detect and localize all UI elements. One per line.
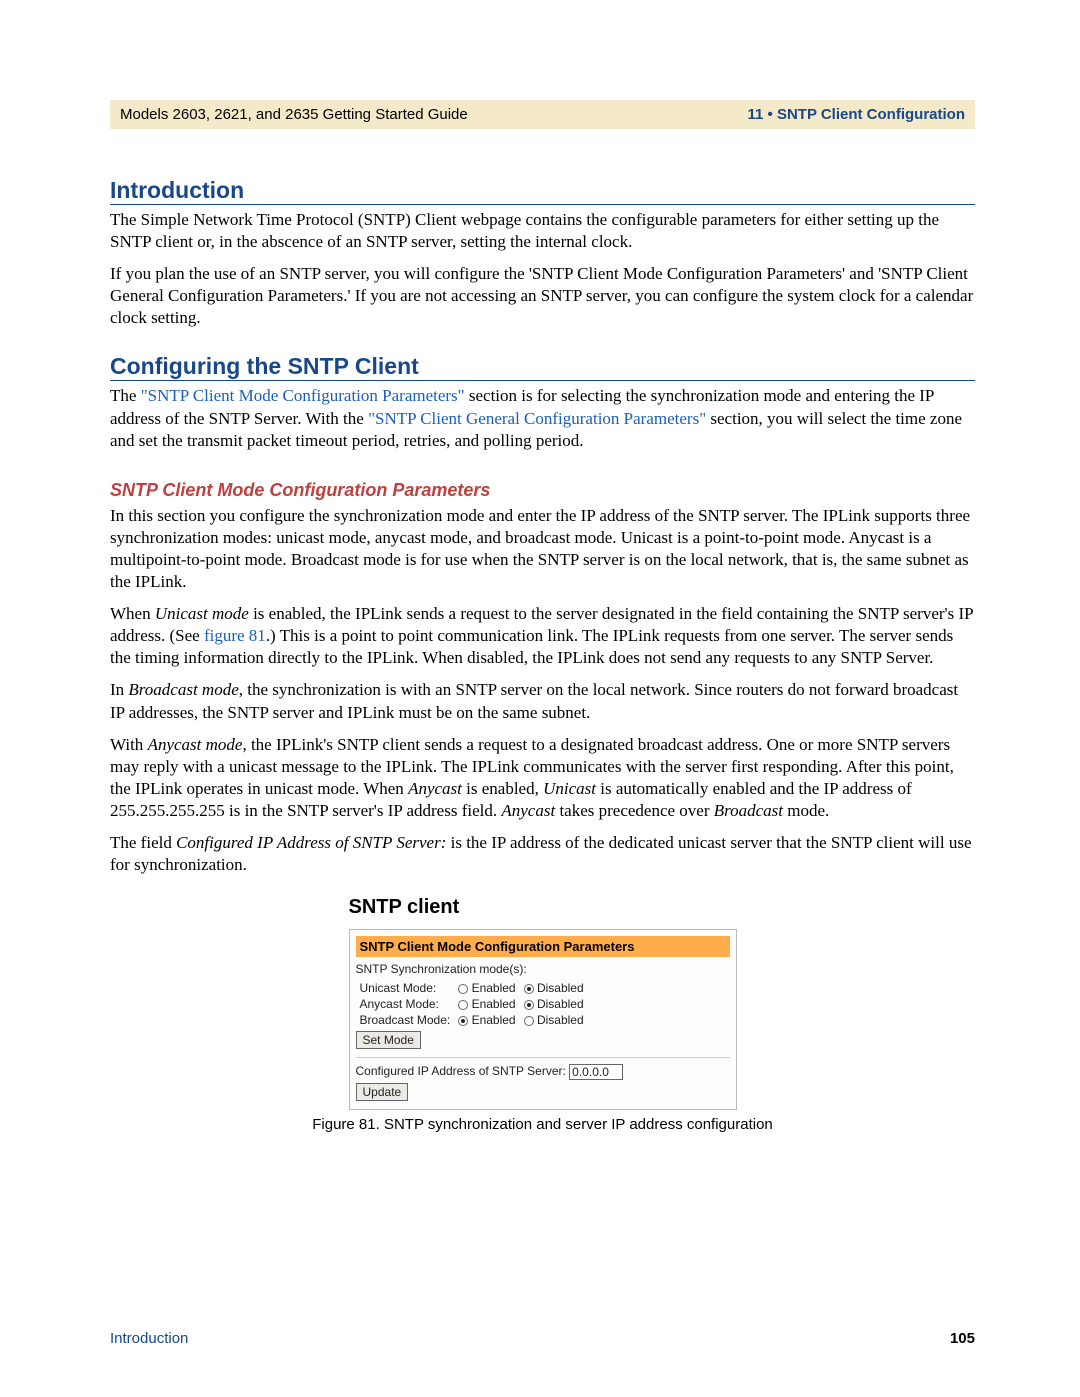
mode-name: Anycast Mode:	[356, 996, 455, 1012]
figure-caption: Figure 81. SNTP synchronization and serv…	[110, 1116, 975, 1133]
header-left: Models 2603, 2621, and 2635 Getting Star…	[120, 106, 468, 123]
radio-unicast-enabled[interactable]	[458, 984, 468, 994]
text: When	[110, 604, 155, 623]
footer-section: Introduction	[110, 1330, 188, 1347]
header-right: 11 • SNTP Client Configuration	[748, 106, 966, 123]
radio-broadcast-disabled[interactable]	[524, 1016, 534, 1026]
ip-label: Configured IP Address of SNTP Server:	[356, 1064, 566, 1078]
text: The field	[110, 833, 176, 852]
heading-mode-params: SNTP Client Mode Configuration Parameter…	[110, 480, 975, 501]
page: Models 2603, 2621, and 2635 Getting Star…	[0, 0, 1080, 1397]
intro-p2: If you plan the use of an SNTP server, y…	[110, 263, 975, 329]
config-p1: The "SNTP Client Mode Configuration Para…	[110, 385, 975, 451]
em-anycast2: Anycast	[408, 779, 462, 798]
heading-introduction: Introduction	[110, 177, 975, 205]
em-unicast: Unicast mode	[155, 604, 249, 623]
label-enabled: Enabled	[472, 1013, 516, 1027]
radio-unicast-disabled[interactable]	[524, 984, 534, 994]
em-broadcast2: Broadcast	[714, 801, 783, 820]
mode-row-anycast: Anycast Mode: Enabled Disabled	[356, 996, 588, 1012]
link-general-params[interactable]: "SNTP Client General Configuration Param…	[368, 409, 706, 428]
link-figure-81[interactable]: figure 81	[204, 626, 266, 645]
text: mode.	[783, 801, 829, 820]
text: takes precedence over	[555, 801, 714, 820]
panel-heading: SNTP Client Mode Configuration Parameter…	[356, 936, 730, 957]
heading-configuring: Configuring the SNTP Client	[110, 353, 975, 381]
modes-table: Unicast Mode: Enabled Disabled Anycast M…	[356, 980, 588, 1028]
set-mode-button[interactable]: Set Mode	[356, 1031, 421, 1049]
text: With	[110, 735, 148, 754]
label-enabled: Enabled	[472, 997, 516, 1011]
mode-p5: The field Configured IP Address of SNTP …	[110, 832, 975, 876]
em-ip-field: Configured IP Address of SNTP Server:	[176, 833, 446, 852]
text: The	[110, 386, 141, 405]
mode-row-broadcast: Broadcast Mode: Enabled Disabled	[356, 1012, 588, 1028]
em-anycast3: Anycast	[501, 801, 555, 820]
mode-name: Unicast Mode:	[356, 980, 455, 996]
update-button[interactable]: Update	[356, 1083, 409, 1101]
em-unicast2: Unicast	[543, 779, 596, 798]
link-mode-params[interactable]: "SNTP Client Mode Configuration Paramete…	[141, 386, 465, 405]
figure-panel: SNTP Client Mode Configuration Parameter…	[349, 929, 737, 1110]
label-disabled: Disabled	[537, 1013, 584, 1027]
radio-anycast-disabled[interactable]	[524, 1000, 534, 1010]
intro-p1: The Simple Network Time Protocol (SNTP) …	[110, 209, 975, 253]
page-number: 105	[950, 1330, 975, 1347]
mode-p1: In this section you configure the synchr…	[110, 505, 975, 593]
mode-p4: With Anycast mode, the IPLink's SNTP cli…	[110, 734, 975, 822]
ip-input[interactable]: 0.0.0.0	[569, 1064, 623, 1080]
em-anycast: Anycast mode	[148, 735, 243, 754]
figure-title: SNTP client	[349, 896, 737, 919]
label-disabled: Disabled	[537, 981, 584, 995]
figure-81: SNTP client SNTP Client Mode Configurati…	[349, 896, 737, 1110]
mode-row-unicast: Unicast Mode: Enabled Disabled	[356, 980, 588, 996]
ip-line: Configured IP Address of SNTP Server: 0.…	[356, 1064, 730, 1080]
divider	[356, 1057, 730, 1058]
radio-broadcast-enabled[interactable]	[458, 1016, 468, 1026]
mode-p3: In Broadcast mode, the synchronization i…	[110, 679, 975, 723]
header-band: Models 2603, 2621, and 2635 Getting Star…	[110, 100, 975, 129]
label-disabled: Disabled	[537, 997, 584, 1011]
radio-anycast-enabled[interactable]	[458, 1000, 468, 1010]
text: In	[110, 680, 128, 699]
text: is enabled,	[462, 779, 543, 798]
footer: Introduction 105	[110, 1330, 975, 1347]
mode-p2: When Unicast mode is enabled, the IPLink…	[110, 603, 975, 669]
sync-label: SNTP Synchronization mode(s):	[356, 962, 730, 976]
em-broadcast: Broadcast mode	[128, 680, 238, 699]
mode-name: Broadcast Mode:	[356, 1012, 455, 1028]
label-enabled: Enabled	[472, 981, 516, 995]
